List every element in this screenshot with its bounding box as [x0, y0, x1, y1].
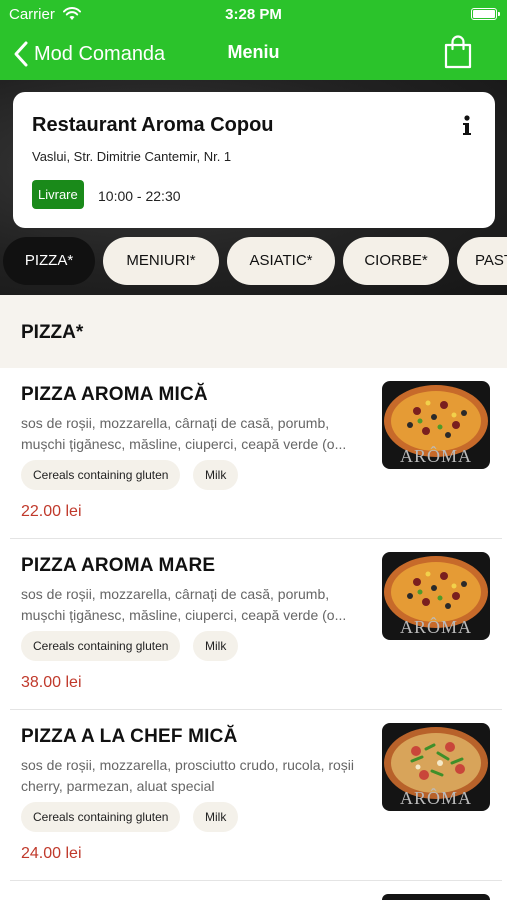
aroma-logo: ARÔMA: [399, 446, 472, 466]
item-price: 22.00 lei: [21, 503, 82, 520]
pizza-image: [382, 894, 490, 900]
allergen-tag: Cereals containing gluten: [21, 460, 181, 490]
allergen-tag: Cereals containing gluten: [21, 631, 181, 661]
info-icon[interactable]: [459, 114, 475, 136]
item-price: 38.00 lei: [21, 674, 82, 691]
menu-item[interactable]: PIZZA A LA CHEF MICĂ sos de roșii, mozza…: [0, 710, 507, 881]
allergen-tag: Milk: [193, 802, 239, 832]
item-description: sos de roșii, mozzarella, cârnați de cas…: [21, 415, 347, 452]
restaurant-name: Restaurant Aroma Copou: [32, 114, 274, 136]
delivery-badge: Livrare: [32, 180, 84, 209]
back-button[interactable]: Mod Comanda: [12, 36, 165, 72]
shopping-bag-icon[interactable]: [443, 34, 473, 70]
chevron-left-icon: [14, 41, 28, 67]
pizza-image: ARÔMA: [382, 381, 490, 469]
item-description: sos de roșii, mozzarella, cârnați de cas…: [21, 586, 347, 623]
item-name: PIZZA AROMA MARE: [21, 555, 216, 576]
menu-item[interactable]: PIZZA AROMA MICĂ sos de roșii, mozzarell…: [0, 368, 507, 539]
section-title: PIZZA*: [21, 322, 84, 343]
allergen-tag: Cereals containing gluten: [21, 802, 181, 832]
restaurant-address: Vaslui, Str. Dimitrie Cantemir, Nr. 1: [32, 149, 232, 164]
tab-paste[interactable]: PAST: [457, 237, 507, 285]
navigation-bar: Mod Comanda Meniu: [0, 32, 507, 76]
status-bar: Carrier 3:28 PM: [0, 6, 507, 26]
tab-asiatic[interactable]: ASIATIC*: [227, 237, 335, 285]
menu-item[interactable]: PIZZA AROMA MARE sos de roșii, mozzarell…: [0, 539, 507, 710]
pizza-image: ARÔMA: [382, 723, 490, 811]
item-name: PIZZA A LA CHEF MICĂ: [21, 726, 238, 747]
allergen-tag: Milk: [193, 631, 239, 661]
opening-hours: 10:00 - 22:30: [98, 188, 181, 204]
category-tabs: PIZZA* MENIURI* ASIATIC* CIORBE* PAST: [0, 237, 507, 287]
item-price: 24.00 lei: [21, 845, 82, 862]
back-button-label: Mod Comanda: [34, 42, 166, 65]
tab-meniuri[interactable]: MENIURI*: [103, 237, 219, 285]
pizza-image: ARÔMA: [382, 552, 490, 640]
status-time: 3:28 PM: [225, 6, 282, 23]
section-header: PIZZA*: [0, 295, 507, 368]
aroma-logo: ARÔMA: [399, 617, 472, 637]
tab-pizza[interactable]: PIZZA*: [3, 237, 95, 285]
restaurant-header: Restaurant Aroma Copou Vaslui, Str. Dimi…: [0, 80, 507, 295]
tab-ciorbe[interactable]: CIORBE*: [343, 237, 449, 285]
top-bar: Carrier 3:28 PM Mod Comanda Meniu: [0, 0, 507, 80]
restaurant-card: Restaurant Aroma Copou Vaslui, Str. Dimi…: [13, 92, 495, 228]
battery-icon: [471, 8, 500, 20]
allergen-tag: Milk: [193, 460, 239, 490]
item-name: PIZZA AROMA MICĂ: [21, 384, 208, 405]
divider: [10, 880, 502, 881]
aroma-logo: ARÔMA: [399, 788, 472, 808]
item-description: sos de roșii, mozzarella, prosciutto cru…: [21, 757, 355, 794]
